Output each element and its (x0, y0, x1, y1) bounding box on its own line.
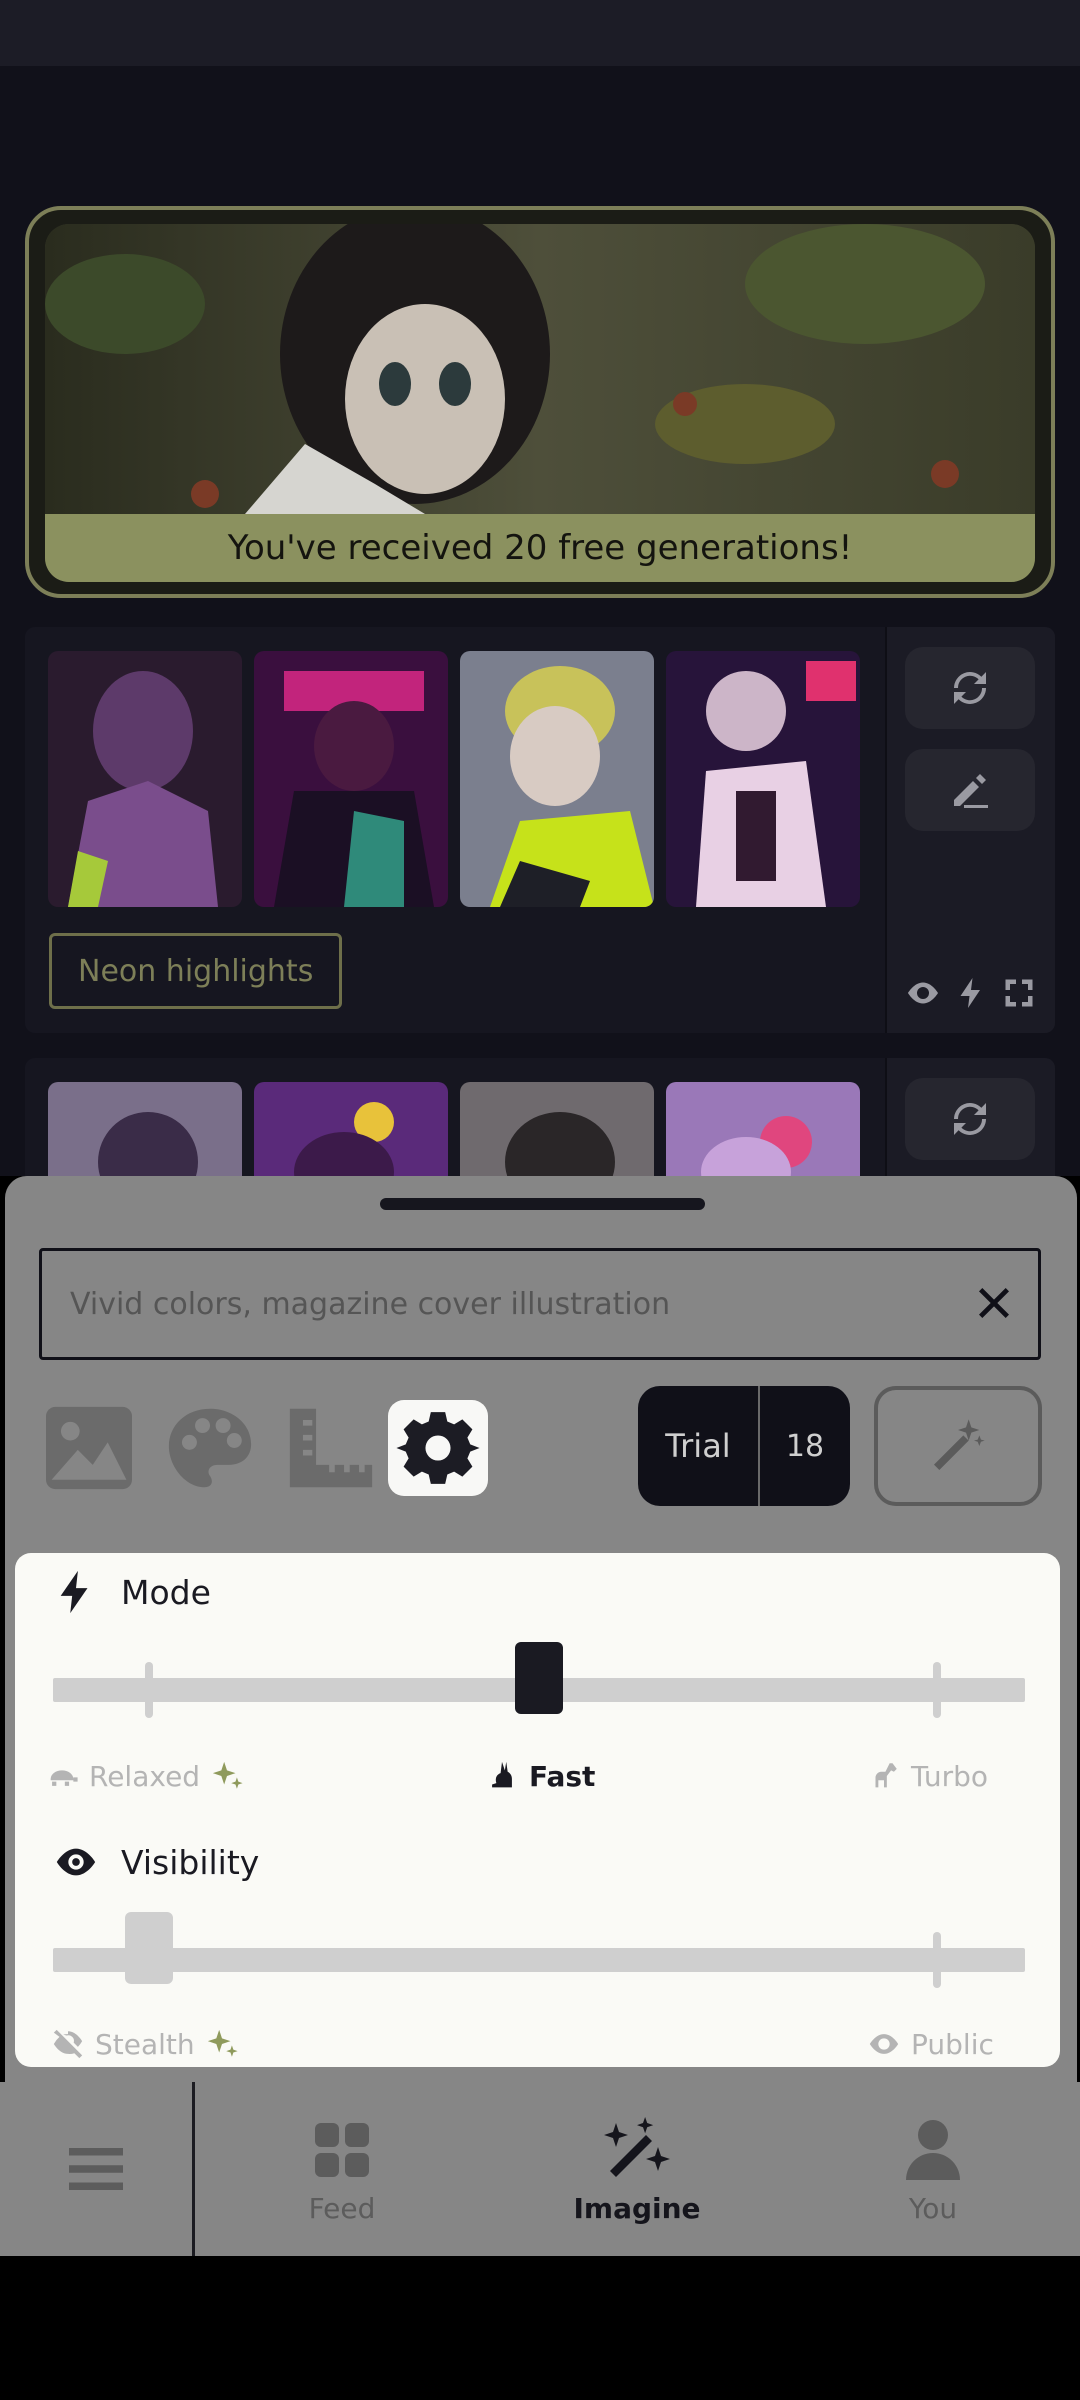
app-root: You've received 20 free generations! Neo… (0, 0, 1080, 2400)
turtle-icon (50, 1770, 78, 1786)
nav-tab-imagine[interactable]: Imagine (540, 2082, 734, 2256)
promo-artwork (45, 224, 1035, 514)
mode-option-turbo[interactable]: Turbo (867, 1759, 988, 1793)
generation-settings-panel: Mode Relaxed Fast Turbo Visibility Steal… (15, 1553, 1060, 2067)
magic-wand-icon (934, 1419, 985, 1470)
refresh-icon (954, 1103, 986, 1135)
sheet-drag-handle[interactable] (380, 1198, 705, 1210)
eye-icon (56, 1848, 96, 1876)
edit-button[interactable] (905, 749, 1035, 831)
palette-icon (168, 1408, 252, 1488)
card-mini-icons (905, 975, 1037, 1011)
plan-credits[interactable]: Trial 18 (638, 1386, 850, 1506)
visibility-slider[interactable] (53, 1912, 1025, 1988)
mode-tick-turbo (933, 1662, 941, 1718)
mode-option-label: Fast (529, 1759, 596, 1793)
nav-tab-feed[interactable]: Feed (245, 2082, 439, 2256)
mode-tick-relaxed (145, 1662, 153, 1718)
generated-image-thumbnail[interactable] (460, 651, 654, 907)
image-icon (46, 1406, 132, 1490)
plan-label: Trial (638, 1386, 760, 1506)
magic-wand-icon (604, 2116, 670, 2177)
hamburger-icon (69, 2148, 123, 2190)
bottom-navigation: Feed Imagine You (0, 2082, 1080, 2256)
regenerate-button[interactable] (905, 1078, 1035, 1160)
menu-button[interactable] (0, 2082, 192, 2256)
regenerate-button[interactable] (905, 647, 1035, 729)
eye-off-icon (53, 2029, 83, 2059)
mode-option-fast[interactable]: Fast (485, 1759, 595, 1793)
style-tag[interactable]: Neon highlights (49, 933, 343, 1009)
system-navigation-area (0, 2256, 1080, 2400)
nav-tab-label: You (908, 2191, 958, 2225)
visibility-label: Visibility (121, 1842, 260, 1882)
mode-option-label: Relaxed (89, 1759, 201, 1793)
prompt-input[interactable] (70, 1251, 940, 1357)
visibility-tick-public (933, 1932, 941, 1988)
generated-image-thumbnail[interactable] (666, 651, 860, 907)
visibility-option-stealth[interactable]: Stealth (51, 2027, 239, 2061)
mode-section-title: Mode (53, 1569, 211, 1615)
sparkle-icon (207, 2029, 238, 2057)
visibility-option-public[interactable]: Public (867, 2027, 994, 2061)
status-bar (0, 0, 1080, 66)
generated-image-thumbnail[interactable] (48, 651, 242, 907)
ratio-tool-button[interactable] (281, 1400, 381, 1496)
generated-image-thumbnail[interactable] (254, 651, 448, 907)
refresh-icon (954, 672, 986, 704)
person-icon (906, 2119, 960, 2180)
grid-icon (315, 2122, 369, 2177)
mode-option-label: Turbo (911, 1759, 989, 1793)
promo-inner: You've received 20 free generations! (45, 224, 1035, 582)
lightning-icon (60, 1570, 88, 1614)
visibility-slider-thumb[interactable] (125, 1912, 173, 1984)
visibility-option-label: Stealth (95, 2027, 195, 2061)
visibility-section-title: Visibility (53, 1839, 259, 1885)
gear-icon (396, 1412, 480, 1484)
nav-tab-label: Imagine (573, 2191, 701, 2225)
mode-slider[interactable] (53, 1642, 1025, 1718)
prompt-field[interactable] (39, 1248, 1041, 1360)
horse-icon (875, 1763, 897, 1788)
nav-divider (192, 2082, 195, 2256)
pencil-icon (954, 774, 988, 808)
close-icon[interactable] (974, 1283, 1014, 1323)
promo-caption: You've received 20 free generations! (45, 514, 1035, 582)
imagine-bottom-sheet: Trial 18 Mode Relaxed Fa (5, 1176, 1077, 2082)
eye-icon (905, 975, 941, 1011)
style-tool-button[interactable] (160, 1400, 260, 1496)
sparkle-icon (212, 1761, 243, 1789)
rabbit-icon (492, 1761, 512, 1788)
promo-banner[interactable]: You've received 20 free generations! (25, 206, 1055, 598)
generate-button[interactable] (874, 1386, 1042, 1506)
credits-count: 18 (785, 1428, 825, 1464)
settings-tool-button[interactable] (388, 1400, 488, 1496)
mode-slider-thumb[interactable] (515, 1642, 563, 1714)
lightning-icon (953, 975, 989, 1011)
ruler-icon (289, 1408, 373, 1488)
mode-label: Mode (121, 1572, 211, 1612)
expand-icon[interactable] (1001, 975, 1037, 1011)
nav-tab-you[interactable]: You (836, 2082, 1030, 2256)
visibility-option-label: Public (911, 2027, 994, 2061)
eye-icon (869, 2034, 899, 2054)
generation-card: Neon highlights (25, 627, 1055, 1033)
card-actions (885, 627, 1055, 1033)
image-tool-button[interactable] (39, 1400, 139, 1496)
mode-option-relaxed[interactable]: Relaxed (45, 1759, 244, 1793)
nav-tab-label: Feed (308, 2191, 376, 2225)
